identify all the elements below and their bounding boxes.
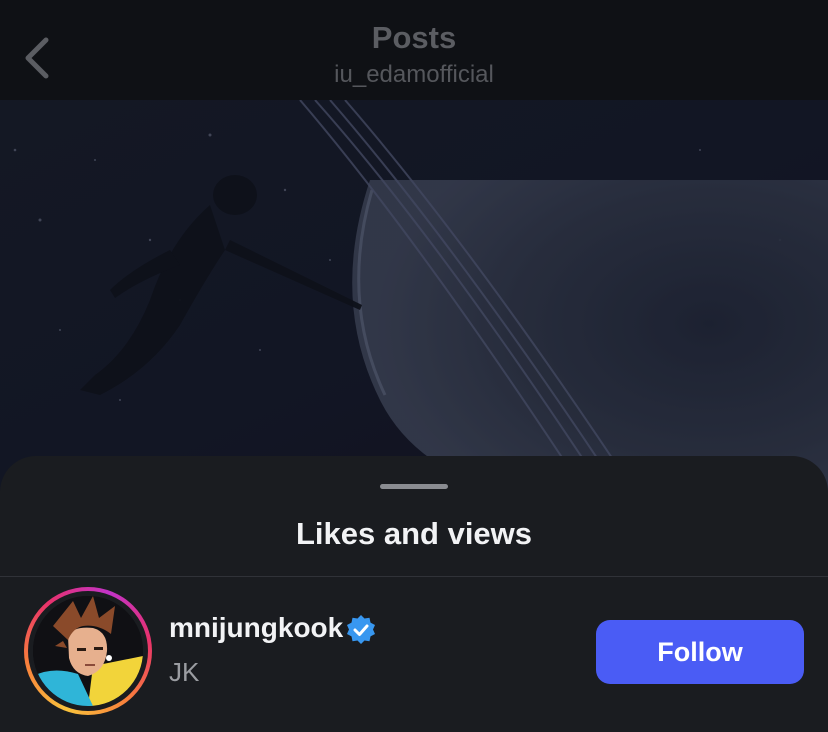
- full-name: JK: [169, 657, 200, 687]
- page-title: Posts: [371, 20, 457, 55]
- follow-button[interactable]: Follow: [596, 620, 804, 684]
- user-list-item[interactable]: mnijungkook JK Follow: [0, 577, 828, 732]
- sheet-grabber[interactable]: [380, 484, 448, 489]
- sheet-title: Likes and views: [295, 516, 533, 551]
- avatar-illustration: [33, 596, 143, 706]
- story-ring[interactable]: [24, 587, 152, 715]
- header: Posts iu_edamofficial: [0, 0, 828, 100]
- likes-sheet: Likes and views mnijungkook JK Follow: [0, 456, 828, 732]
- avatar: [33, 596, 143, 706]
- username[interactable]: mnijungkook: [169, 612, 343, 644]
- screen: Posts iu_edamofficial Likes and views mn…: [0, 0, 828, 732]
- space-scene-image: [0, 99, 828, 501]
- post-image[interactable]: [0, 99, 828, 501]
- verified-badge-icon: [347, 615, 375, 644]
- page-subtitle: iu_edamofficial: [334, 61, 494, 88]
